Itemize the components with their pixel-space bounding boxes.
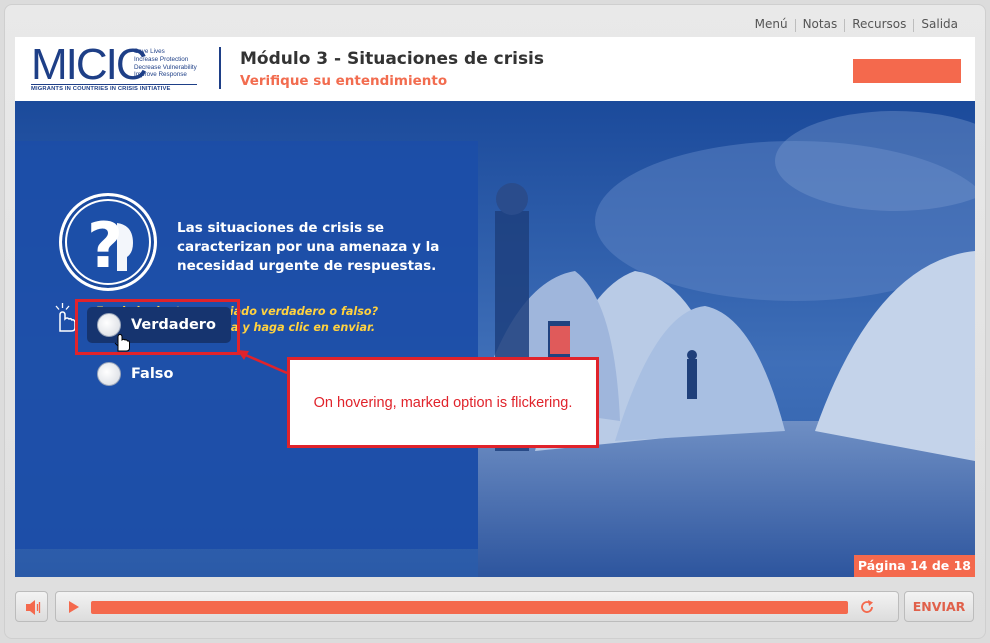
play-icon[interactable] — [69, 601, 79, 613]
tagline-line: Increase Protection — [134, 55, 189, 63]
radio-button[interactable] — [97, 362, 121, 386]
annotation-highlight-box — [75, 299, 240, 355]
top-menu: Menú Notas Recursos Salida — [748, 17, 965, 32]
module-subtitle: Verifique su entendimiento — [240, 73, 448, 89]
micic-logo: MICIC Save Lives Increase Protection Dec… — [31, 43, 201, 93]
slide-stage: ? Las situaciones de crisis se caracteri… — [15, 101, 975, 577]
course-header: MICIC Save Lives Increase Protection Dec… — [15, 37, 975, 101]
question-text: Las situaciones de crisis se caracteriza… — [177, 220, 440, 274]
logo-underline — [31, 84, 197, 85]
pointing-hand-icon — [55, 303, 76, 332]
option-falso[interactable]: Falso — [97, 360, 173, 388]
exit-link[interactable]: Salida — [914, 17, 965, 32]
replay-icon[interactable] — [858, 598, 876, 616]
header-divider — [219, 47, 221, 89]
player-controls: ENVIAR — [15, 590, 975, 624]
annotation-text: On hovering, marked option is flickering… — [313, 394, 573, 411]
header-accent-box — [853, 59, 961, 83]
progress-bar[interactable] — [91, 601, 848, 614]
logo-tagline: Save Lives Increase Protection Decrease … — [134, 48, 197, 79]
tagline-line: Decrease Vulnerability — [134, 63, 197, 71]
option-label: Falso — [131, 366, 174, 382]
menu-link[interactable]: Menú — [748, 17, 795, 32]
page-indicator: Página 14 de 18 — [853, 555, 975, 577]
tagline-line: Improve Response — [134, 71, 187, 79]
notes-link[interactable]: Notas — [796, 17, 845, 32]
module-title: Módulo 3 - Situaciones de crisis — [240, 49, 545, 69]
question-head-icon: ? — [59, 193, 157, 291]
question-mark-glyph: ? — [87, 209, 133, 282]
hand-cursor-icon — [114, 333, 130, 352]
playback-bar — [55, 591, 899, 622]
annotation-callout: On hovering, marked option is flickering… — [287, 357, 599, 448]
question-icon-fill: ? — [67, 201, 149, 283]
submit-button[interactable]: ENVIAR — [904, 591, 974, 622]
logo-subtitle: MIGRANTS IN COUNTRIES IN CRISIS INITIATI… — [31, 86, 171, 92]
resources-link[interactable]: Recursos — [845, 17, 913, 32]
tagline-line: Save Lives — [134, 48, 165, 55]
volume-button[interactable] — [15, 591, 48, 622]
speaker-icon — [26, 600, 41, 615]
